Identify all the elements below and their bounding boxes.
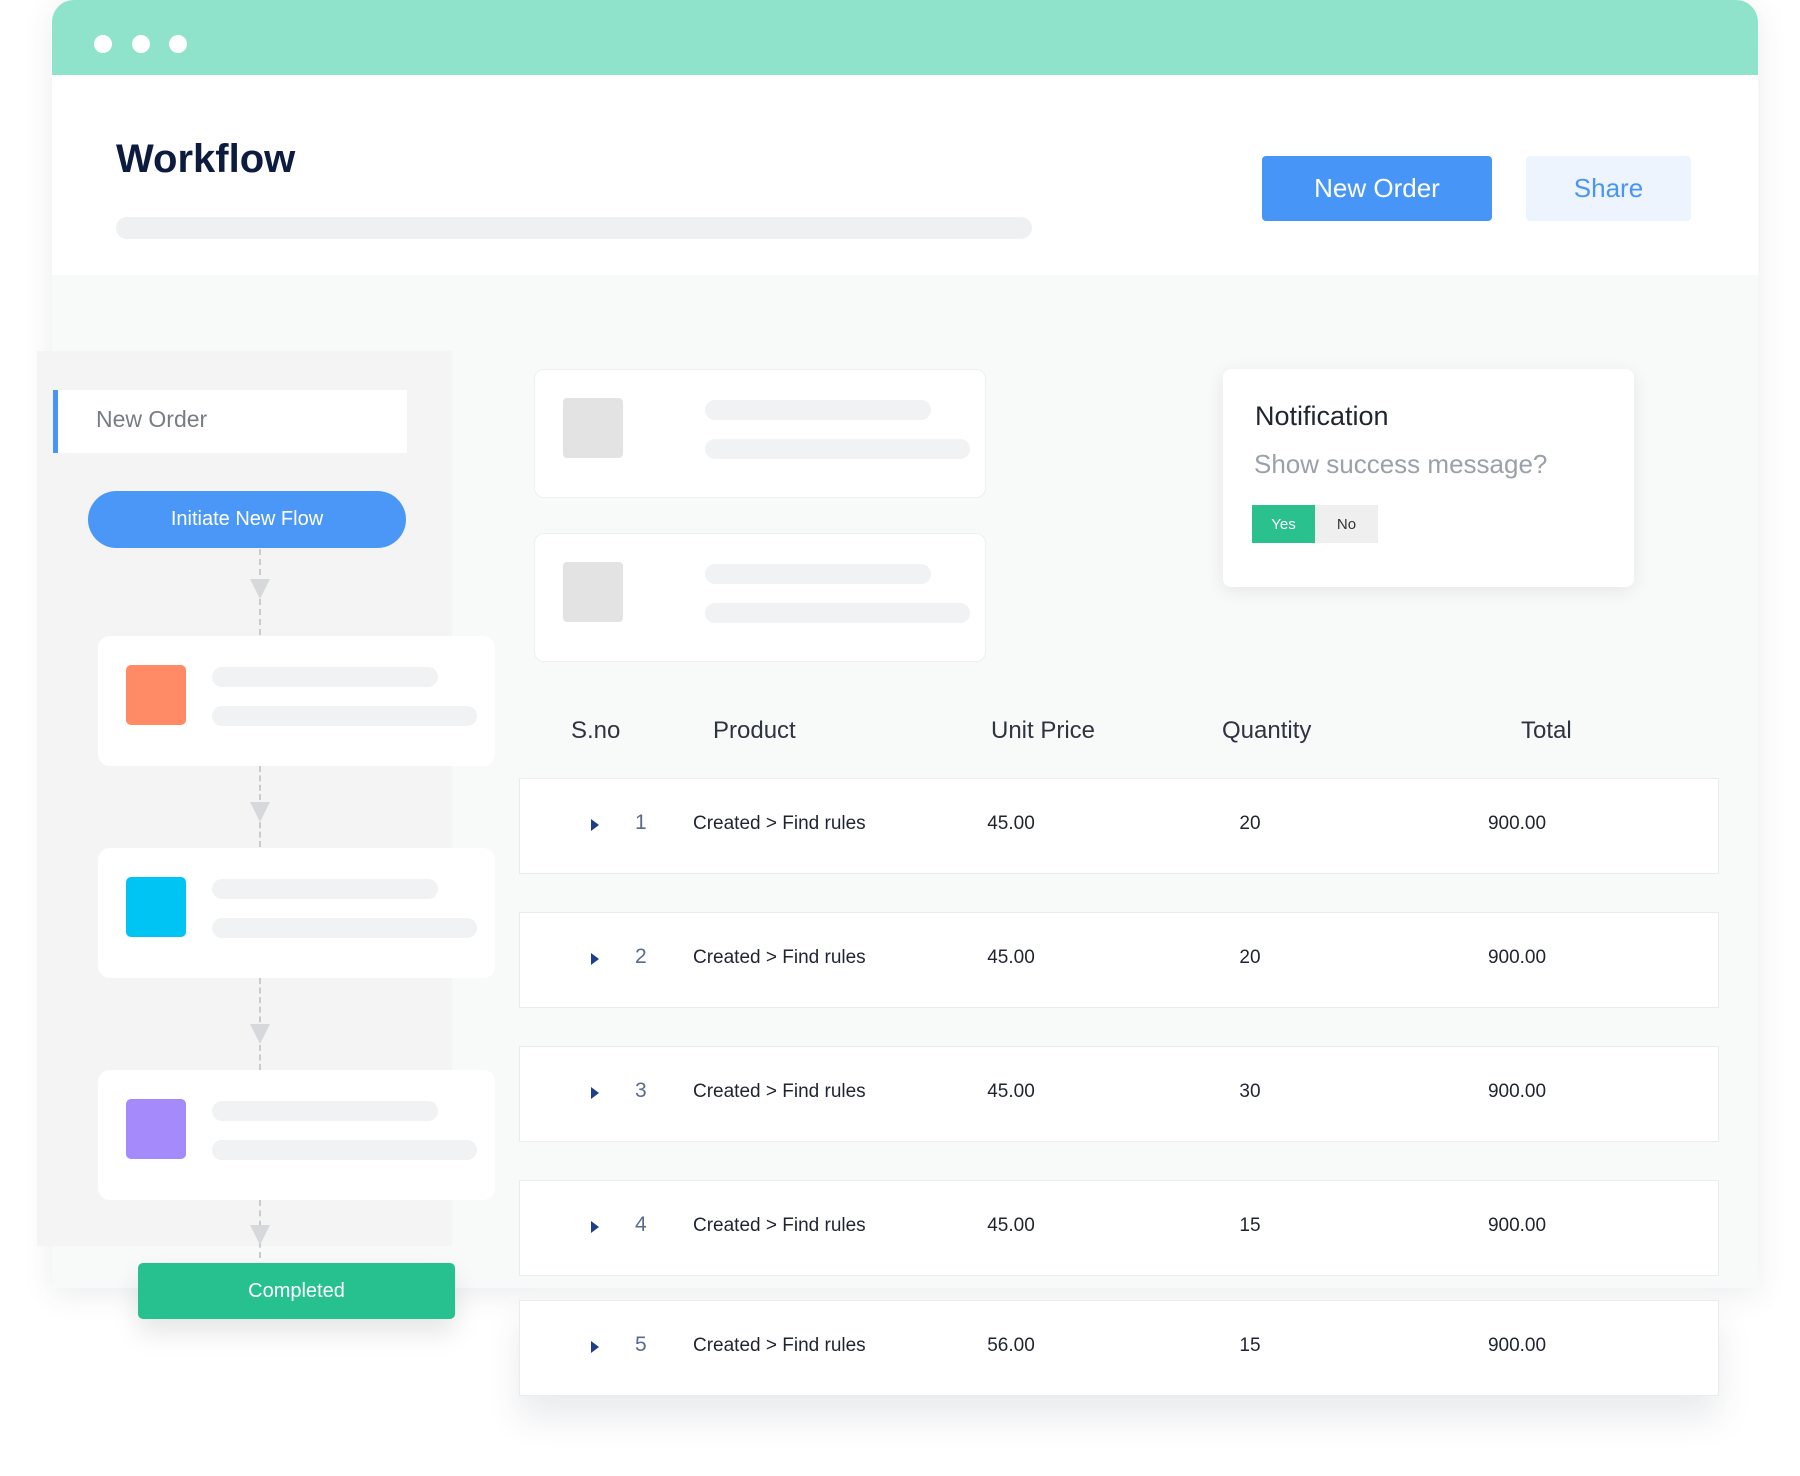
row-quantity: 20 [1239,947,1261,968]
share-button[interactable]: Share [1526,156,1691,221]
table-row[interactable]: 3 Created > Find rules 45.00 30 900.00 [519,1046,1719,1142]
placeholder-line [705,439,970,459]
notification-card: Notification Show success message? Yes N… [1223,369,1634,587]
placeholder-line [705,603,970,623]
initiate-new-flow-button[interactable]: Initiate New Flow [88,491,406,548]
placeholder-line [705,564,931,584]
row-sno: 1 [635,811,647,834]
row-sno: 3 [635,1079,647,1102]
expand-row-icon[interactable] [591,819,599,831]
expand-row-icon[interactable] [591,1221,599,1233]
row-product: Created > Find rules [693,1215,866,1236]
placeholder-image [563,398,623,458]
row-product: Created > Find rules [693,1335,866,1356]
flow-step-card[interactable] [98,1070,495,1200]
row-quantity: 30 [1239,1081,1261,1102]
placeholder-card [534,533,986,662]
row-product: Created > Find rules [693,1081,866,1102]
flow-name-input-value: New Order [96,406,208,432]
row-quantity: 20 [1239,813,1261,834]
flow-step-card[interactable] [98,848,495,978]
row-quantity: 15 [1239,1335,1261,1356]
column-header-quantity: Quantity [1222,717,1312,744]
table-row[interactable]: 2 Created > Find rules 45.00 20 900.00 [519,912,1719,1008]
step-color-square [126,665,186,725]
table-row[interactable]: 5 Created > Find rules 56.00 15 900.00 [519,1300,1719,1396]
step-color-square [126,877,186,937]
window-titlebar [52,0,1758,75]
expand-row-icon[interactable] [591,1087,599,1099]
page-header: Workflow New Order Share [52,75,1758,275]
row-total: 900.00 [1487,947,1547,968]
step-desc-placeholder [212,918,477,938]
no-option[interactable]: No [1315,505,1378,543]
row-sno: 4 [635,1213,647,1236]
row-unit-price: 56.00 [987,1335,1035,1356]
table-row[interactable]: 4 Created > Find rules 45.00 15 900.00 [519,1180,1719,1276]
placeholder-image [563,562,623,622]
row-quantity: 15 [1239,1215,1261,1236]
row-total: 900.00 [1487,813,1547,834]
row-unit-price: 45.00 [987,813,1035,834]
step-title-placeholder [212,879,438,899]
flow-arrow-icon [250,1024,270,1044]
notification-message: Show success message? [1254,449,1548,479]
row-unit-price: 45.00 [987,1081,1035,1102]
row-unit-price: 45.00 [987,947,1035,968]
row-total: 900.00 [1487,1215,1547,1236]
row-sno: 5 [635,1333,647,1356]
window-maximize-dot[interactable] [169,35,187,53]
flow-arrow-icon [250,802,270,822]
flow-arrow-icon [250,579,270,599]
row-product: Created > Find rules [693,813,866,834]
row-sno: 2 [635,945,647,968]
step-title-placeholder [212,667,438,687]
completed-button[interactable]: Completed [138,1263,455,1319]
step-color-square [126,1099,186,1159]
table-row[interactable]: 1 Created > Find rules 45.00 20 900.00 [519,778,1719,874]
expand-row-icon[interactable] [591,953,599,965]
step-title-placeholder [212,1101,438,1121]
yes-no-toggle: Yes No [1252,505,1378,543]
placeholder-card [534,369,986,498]
column-header-product: Product [713,717,796,744]
row-total: 900.00 [1487,1335,1547,1356]
column-header-total: Total [1521,717,1572,744]
row-unit-price: 45.00 [987,1215,1035,1236]
new-order-button[interactable]: New Order [1262,156,1492,221]
window-minimize-dot[interactable] [132,35,150,53]
column-header-sno: S.no [571,717,621,744]
flow-step-card[interactable] [98,636,495,766]
column-header-unit-price: Unit Price [991,717,1096,744]
placeholder-line [705,400,931,420]
step-desc-placeholder [212,706,477,726]
row-total: 900.00 [1487,1081,1547,1102]
flow-name-input[interactable]: New Order [53,390,407,453]
row-product: Created > Find rules [693,947,866,968]
flow-arrow-icon [250,1225,270,1245]
subtitle-placeholder [116,217,1032,239]
page-title: Workflow [116,137,296,181]
window-close-dot[interactable] [94,35,112,53]
yes-option[interactable]: Yes [1252,505,1315,543]
step-desc-placeholder [212,1140,477,1160]
expand-row-icon[interactable] [591,1341,599,1353]
notification-title: Notification [1255,401,1389,431]
